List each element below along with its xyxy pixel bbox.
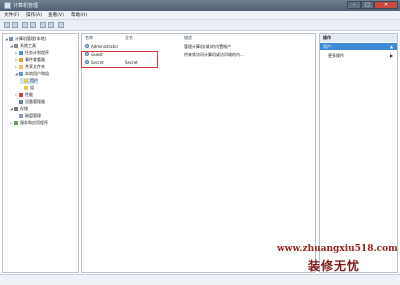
user-description: 供来宾访问计算机或访问域的内... [184, 52, 244, 57]
tree-item[interactable]: ◢ 存储 [10, 106, 28, 112]
tree-item[interactable]: ▷ 性能 [15, 92, 33, 98]
user-name[interactable]: Administrator [91, 44, 118, 49]
tree-item-label: 共享文件夹 [25, 64, 45, 69]
watermark-brand: 装修无忧 [308, 259, 361, 273]
performance-icon [19, 92, 23, 97]
tree-item[interactable]: ▷ 共享文件夹 [15, 64, 45, 70]
tree-item-label: 性能 [25, 92, 33, 97]
tree-item-label: 存储 [20, 106, 28, 111]
tree-item-label: 事件查看器 [25, 57, 45, 62]
tree-item[interactable]: 磁盘管理 [15, 113, 41, 119]
user-list-pane: 名称 全名 描述 Administrator 管理计算机(域)的内置帐户 Gue… [81, 33, 316, 273]
column-header-name[interactable]: 名称 [85, 35, 93, 41]
tree-item-label: 任务计划程序 [25, 50, 49, 55]
status-bar [0, 274, 400, 285]
forward-icon[interactable] [12, 22, 18, 28]
menu-help[interactable]: 帮助(H) [71, 12, 87, 18]
tree-item-label: 用户 [30, 78, 38, 83]
tree-item[interactable]: 组 [20, 85, 34, 91]
refresh-icon[interactable] [40, 22, 46, 28]
tree-item-label: 系统工具 [20, 43, 36, 48]
folder-icon [19, 64, 23, 69]
minimize-button[interactable]: – [347, 1, 361, 9]
users-icon [19, 71, 23, 76]
back-icon[interactable] [4, 22, 10, 28]
export-icon[interactable] [48, 22, 54, 28]
menu-file[interactable]: 文件(F) [4, 12, 19, 18]
tree-item-label: 设备管理器 [25, 99, 45, 104]
column-header-fullname[interactable]: 全名 [125, 35, 133, 41]
column-header-description[interactable]: 描述 [184, 35, 192, 41]
folder-icon [24, 85, 28, 90]
submenu-arrow-icon[interactable]: ▶ [390, 53, 393, 58]
tree-item[interactable]: 设备管理器 [15, 99, 45, 105]
show-tree-icon[interactable] [30, 22, 36, 28]
app-icon [4, 2, 11, 9]
more-actions-link[interactable]: 更多操作 [328, 53, 344, 59]
collapse-arrow-icon[interactable]: ▲ [390, 43, 393, 50]
event-log-icon [19, 57, 23, 62]
services-icon [14, 120, 18, 125]
navigation-tree: ◢ 计算机管理(本地) ◢ 系统工具 ▷ 任务计划程序 ▷ 事件查看器 ▷ 共享文件夹 ◢ 本地用户和… [2, 33, 79, 273]
menu-action[interactable]: 操作(A) [26, 12, 42, 18]
user-icon [85, 44, 89, 48]
actions-selected-item[interactable]: 用户 [320, 43, 397, 50]
close-button[interactable]: ✕ [374, 1, 398, 9]
tree-item[interactable]: 用户 [20, 78, 38, 84]
tree-item[interactable]: ◢ 系统工具 [10, 43, 36, 49]
help-icon[interactable] [58, 22, 64, 28]
tree-item[interactable]: ▷ 事件查看器 [15, 57, 45, 63]
tree-item-label: 服务和应用程序 [20, 120, 48, 125]
maximize-button[interactable]: □ [361, 1, 374, 9]
tree-item[interactable]: ◢ 本地用户和组 [15, 71, 49, 77]
tree-item-label: 本地用户和组 [25, 71, 49, 76]
device-icon [19, 99, 23, 104]
tree-item[interactable]: ▷ 服务和应用程序 [10, 120, 48, 126]
tree-item[interactable]: ▷ 任务计划程序 [15, 50, 49, 56]
selection-highlight-box [81, 51, 158, 68]
tools-icon [14, 43, 18, 48]
disk-icon [19, 113, 23, 118]
title-bar [0, 0, 400, 11]
folder-icon [24, 78, 28, 83]
watermark-url: www.zhuangxiu518.com [277, 244, 398, 254]
window-title: 计算机管理 [13, 3, 39, 9]
tree-item-label: 计算机管理(本地) [15, 36, 47, 41]
clock-icon [19, 50, 23, 55]
tree-item-label: 磁盘管理 [25, 113, 41, 118]
tree-item[interactable]: ◢ 计算机管理(本地) [5, 36, 46, 42]
menu-view[interactable]: 查看(V) [48, 12, 64, 18]
storage-icon [14, 106, 18, 111]
computer-icon [9, 36, 13, 41]
up-icon[interactable] [22, 22, 28, 28]
actions-header: 操作 [320, 34, 397, 42]
user-description: 管理计算机(域)的内置帐户 [184, 44, 232, 49]
actions-pane: 操作 用户 ▲ 更多操作 ▶ [319, 33, 398, 273]
tree-item-label: 组 [30, 85, 34, 90]
